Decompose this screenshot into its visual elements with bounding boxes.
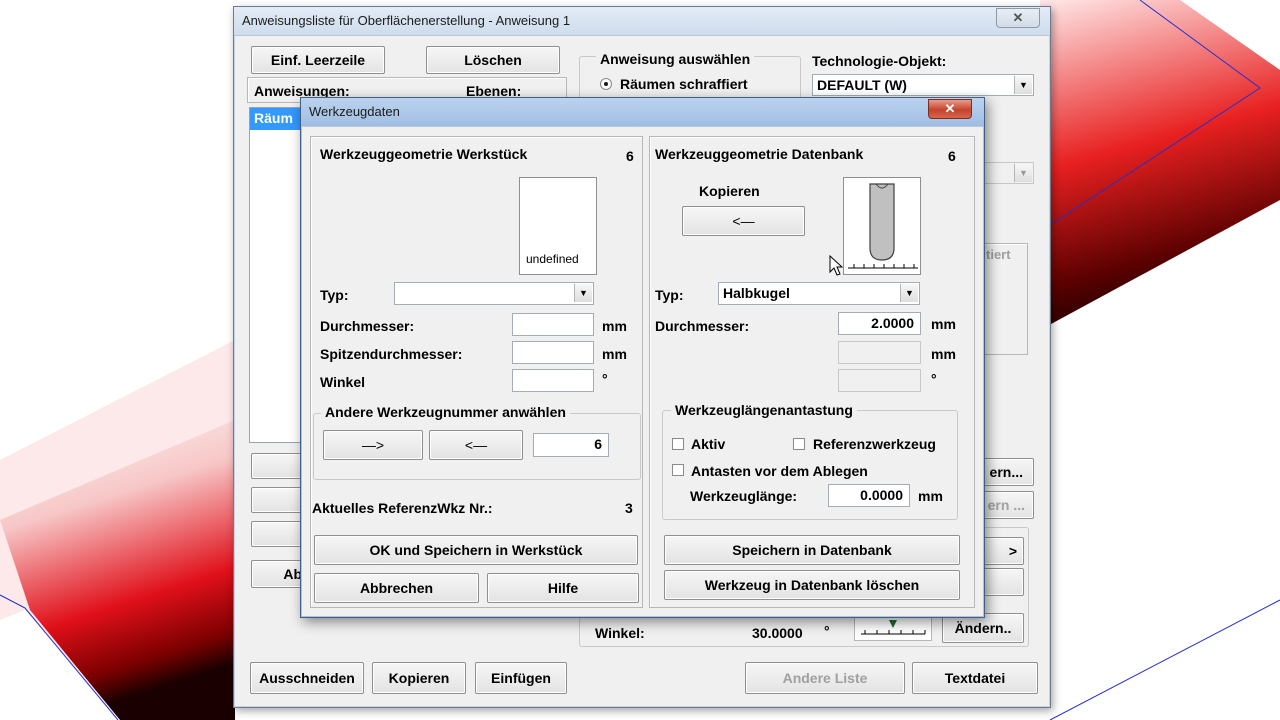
workpiece-type-label: Typ: (320, 287, 349, 303)
angle-value: 30.0000 (752, 625, 803, 641)
mouse-pointer-icon (829, 255, 844, 276)
tool-data-title: Werkzeugdaten (309, 104, 400, 119)
database-type-select[interactable]: Halbkugel ▼ (718, 282, 920, 305)
workpiece-preview-text: undefined (526, 252, 579, 266)
help-button[interactable]: Hilfe (487, 573, 639, 603)
select-statement-group-title: Anweisung auswählen (596, 51, 755, 67)
copy-label: Kopieren (699, 183, 760, 199)
reference-tool-label: Referenzwerkzeug (813, 436, 936, 452)
prev-tool-button[interactable]: <— (429, 430, 523, 460)
tool-length-field[interactable]: 0.0000 (828, 484, 910, 507)
database-angle-unit: ° (931, 371, 937, 387)
chevron-down-icon: ▼ (1014, 164, 1032, 182)
other-tool-number-group-title: Andere Werkzeugnummer anwählen (321, 404, 570, 420)
left-partial-button-4[interactable]: Ab (251, 560, 307, 588)
angle-label: Winkel: (595, 625, 645, 641)
text-file-button[interactable]: Textdatei (912, 662, 1038, 694)
copy-button[interactable]: Kopieren (372, 662, 466, 694)
tool-length-label: Werkzeuglänge: (690, 488, 798, 504)
other-list-button[interactable]: Andere Liste (745, 662, 905, 694)
workpiece-tip-diameter-field[interactable] (512, 341, 594, 364)
probe-before-storing-label: Antasten vor dem Ablegen (691, 463, 868, 479)
clearance-hatched-radio[interactable] (600, 78, 612, 90)
left-partial-button-3[interactable] (251, 521, 307, 547)
paste-button[interactable]: Einfügen (475, 662, 567, 694)
tool-data-dialog: Werkzeugdaten ✕ Werkzeuggeometrie Werkst… (300, 97, 985, 618)
workpiece-count: 6 (626, 148, 634, 164)
tool-length-unit: mm (918, 488, 943, 504)
tool-number-field[interactable]: 6 (533, 433, 609, 457)
database-type-value: Halbkugel (723, 285, 790, 301)
clearance-hatched-label: Räumen schraffiert (620, 76, 748, 92)
next-tool-button[interactable]: —> (323, 430, 423, 460)
statement-list-titlebar[interactable]: Anweisungsliste für Oberflächenerstellun… (234, 7, 1050, 36)
workpiece-heading: Werkzeuggeometrie Werkstück (320, 146, 528, 162)
copy-from-database-button[interactable]: <— (682, 206, 805, 236)
chevron-down-icon: ▼ (1014, 76, 1032, 94)
technology-object-label: Technologie-Objekt: (812, 53, 947, 69)
current-reference-tool-label: Aktuelles ReferenzWkz Nr.: (312, 500, 493, 516)
reference-tool-checkbox[interactable] (793, 438, 805, 450)
database-diameter-label: Durchmesser: (655, 318, 750, 334)
angle-unit: ° (824, 623, 830, 639)
statement-list-close-button[interactable]: ✕ (996, 8, 1040, 28)
technology-object-value: DEFAULT (W) (817, 77, 907, 93)
left-partial-button-1[interactable] (251, 453, 307, 479)
insert-blank-line-button[interactable]: Einf. Leerzeile (251, 46, 385, 74)
database-heading: Werkzeuggeometrie Datenbank (655, 146, 864, 162)
tool-data-close-button[interactable]: ✕ (928, 99, 972, 119)
cancel-button[interactable]: Abbrechen (314, 573, 479, 603)
save-to-database-button[interactable]: Speichern in Datenbank (664, 535, 960, 565)
workpiece-tip-diameter-unit: mm (602, 346, 627, 362)
partial-text: tiert (986, 247, 1011, 262)
workpiece-angle-unit: ° (602, 371, 608, 387)
chevron-down-icon: ▼ (900, 284, 918, 302)
database-count: 6 (948, 148, 956, 164)
tool-data-titlebar[interactable]: Werkzeugdaten ✕ (301, 98, 984, 127)
database-tool-preview (843, 177, 921, 275)
database-tip-diameter-field (838, 341, 921, 364)
delete-from-database-button[interactable]: Werkzeug in Datenbank löschen (664, 570, 960, 600)
workpiece-tool-preview: undefined (519, 177, 597, 275)
current-reference-tool-value: 3 (625, 500, 633, 516)
workpiece-angle-field[interactable] (512, 369, 594, 392)
database-diameter-field[interactable]: 2.0000 (838, 312, 921, 335)
left-partial-button-2[interactable] (251, 487, 307, 513)
active-checkbox[interactable] (672, 438, 684, 450)
chevron-down-icon: ▼ (574, 284, 592, 302)
database-tip-diameter-unit: mm (931, 346, 956, 362)
workpiece-diameter-label: Durchmesser: (320, 318, 415, 334)
tool-length-probe-group-title: Werkzeuglängenantastung (671, 402, 857, 418)
workpiece-angle-label: Winkel (320, 374, 365, 390)
database-diameter-unit: mm (931, 316, 956, 332)
workpiece-diameter-field[interactable] (512, 313, 594, 336)
ball-end-mill-icon (848, 183, 918, 269)
database-angle-field (838, 369, 921, 392)
workpiece-type-select[interactable]: ▼ (394, 282, 594, 305)
technology-object-select[interactable]: DEFAULT (W) ▼ (812, 74, 1034, 96)
delete-button[interactable]: Löschen (426, 46, 560, 74)
probe-before-storing-checkbox[interactable] (672, 464, 684, 476)
cut-button[interactable]: Ausschneiden (250, 662, 364, 694)
secondary-select[interactable]: ▼ (982, 162, 1034, 184)
ok-save-workpiece-button[interactable]: OK und Speichern in Werkstück (314, 535, 638, 565)
statement-list-title: Anweisungsliste für Oberflächenerstellun… (242, 13, 571, 28)
database-type-label: Typ: (655, 287, 684, 303)
workpiece-tip-diameter-label: Spitzendurchmesser: (320, 346, 463, 362)
active-label: Aktiv (691, 436, 726, 452)
workpiece-diameter-unit: mm (602, 318, 627, 334)
